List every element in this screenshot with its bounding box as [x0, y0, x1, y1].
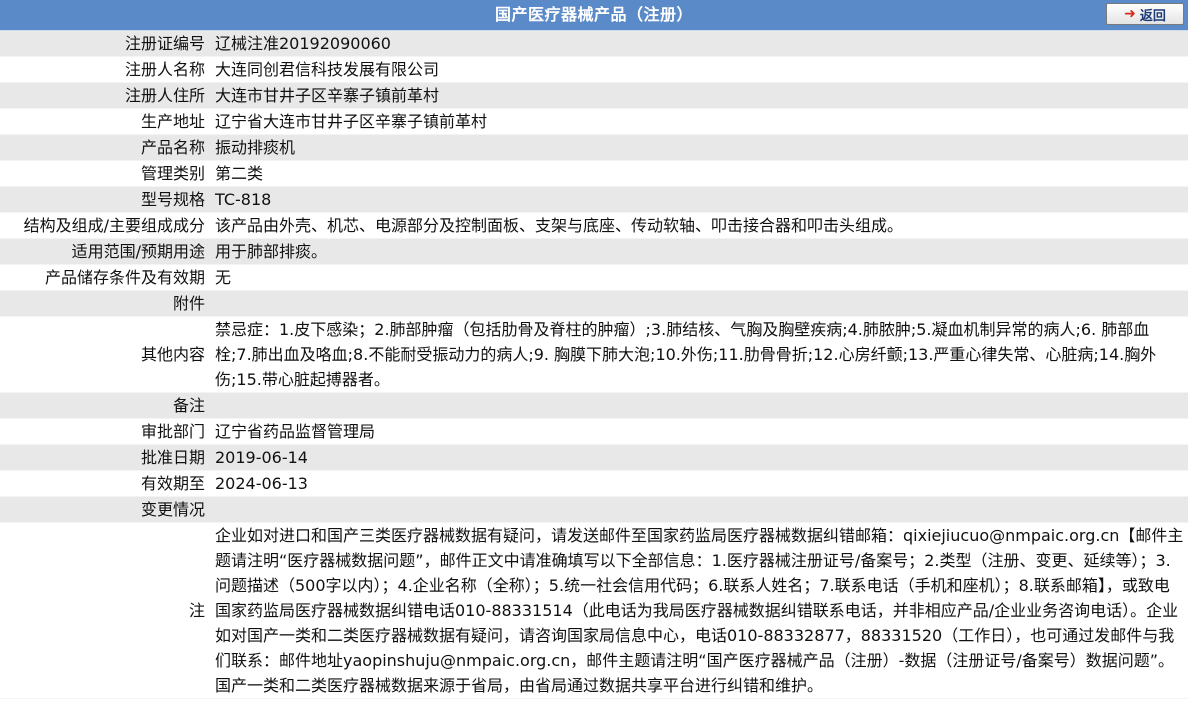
table-row: 产品储存条件及有效期 无 [0, 264, 1188, 291]
field-label: 产品储存条件及有效期 [0, 264, 209, 291]
table-row: 其他内容 禁忌症：1.皮下感染；2.肺部肿瘤（包括肋骨及脊柱的肿瘤）;3.肺结核… [0, 316, 1188, 393]
field-label: 附件 [0, 290, 209, 317]
field-label: 注册人住所 [0, 82, 209, 109]
field-label: 适用范围/预期用途 [0, 238, 209, 265]
back-button[interactable]: ➜ 返回 [1106, 3, 1184, 25]
field-value: 辽械注准20192090060 [209, 31, 1188, 57]
registration-info-table: 注册证编号 辽械注准20192090060 注册人名称 大连同创君信科技发展有限… [0, 31, 1188, 699]
field-label: 注 [0, 522, 209, 699]
table-row: 适用范围/预期用途 用于肺部排痰。 [0, 238, 1188, 265]
header-bar: 国产医疗器械产品（注册） ➜ 返回 [0, 0, 1188, 31]
table-row: 产品名称 振动排痰机 [0, 134, 1188, 161]
field-value: 第二类 [209, 160, 1188, 187]
table-row: 型号规格 TC-818 [0, 186, 1188, 213]
field-label: 型号规格 [0, 186, 209, 213]
field-label: 注册证编号 [0, 31, 209, 57]
field-value: 禁忌症：1.皮下感染；2.肺部肿瘤（包括肋骨及脊柱的肿瘤）;3.肺结核、气胸及胸… [209, 316, 1188, 393]
field-value: 企业如对进口和国产三类医疗器械数据有疑问，请发送邮件至国家药监局医疗器械数据纠错… [209, 522, 1188, 699]
field-value: 用于肺部排痰。 [209, 238, 1188, 265]
table-row: 备注 [0, 392, 1188, 419]
page: 国产医疗器械产品（注册） ➜ 返回 注册证编号 辽械注准20192090060 … [0, 0, 1188, 705]
field-value: TC-818 [209, 186, 1188, 213]
table-row: 结构及组成/主要组成成分 该产品由外壳、机芯、电源部分及控制面板、支架与底座、传… [0, 212, 1188, 239]
field-value: 大连同创君信科技发展有限公司 [209, 56, 1188, 83]
field-label: 变更情况 [0, 496, 209, 523]
table-row: 变更情况 [0, 496, 1188, 523]
field-value: 无 [209, 264, 1188, 291]
field-value: 2024-06-13 [209, 470, 1188, 497]
field-label: 结构及组成/主要组成成分 [0, 212, 209, 239]
field-value: 2019-06-14 [209, 444, 1188, 471]
arrow-left-icon: ➜ [1124, 6, 1136, 22]
field-label: 审批部门 [0, 418, 209, 445]
field-label: 其他内容 [0, 316, 209, 393]
field-label: 批准日期 [0, 444, 209, 471]
field-value [209, 290, 1188, 317]
field-label: 有效期至 [0, 470, 209, 497]
field-label: 生产地址 [0, 108, 209, 135]
field-value: 辽宁省大连市甘井子区辛寨子镇前革村 [209, 108, 1188, 135]
page-title: 国产医疗器械产品（注册） [494, 5, 693, 24]
table-row: 注册人住所 大连市甘井子区辛寨子镇前革村 [0, 82, 1188, 109]
table-row: 注册人名称 大连同创君信科技发展有限公司 [0, 56, 1188, 83]
table-row: 管理类别 第二类 [0, 160, 1188, 187]
table-row: 有效期至 2024-06-13 [0, 470, 1188, 497]
field-value: 辽宁省药品监督管理局 [209, 418, 1188, 445]
field-label: 备注 [0, 392, 209, 419]
field-value: 该产品由外壳、机芯、电源部分及控制面板、支架与底座、传动软轴、叩击接合器和叩击头… [209, 212, 1188, 239]
field-value [209, 496, 1188, 523]
field-value [209, 392, 1188, 419]
table-row: 注 企业如对进口和国产三类医疗器械数据有疑问，请发送邮件至国家药监局医疗器械数据… [0, 522, 1188, 699]
field-label: 管理类别 [0, 160, 209, 187]
field-label: 产品名称 [0, 134, 209, 161]
table-row: 批准日期 2019-06-14 [0, 444, 1188, 471]
field-value: 振动排痰机 [209, 134, 1188, 161]
table-row: 注册证编号 辽械注准20192090060 [0, 31, 1188, 57]
table-row: 审批部门 辽宁省药品监督管理局 [0, 418, 1188, 445]
back-button-label: 返回 [1139, 8, 1166, 24]
table-row: 生产地址 辽宁省大连市甘井子区辛寨子镇前革村 [0, 108, 1188, 135]
field-value: 大连市甘井子区辛寨子镇前革村 [209, 82, 1188, 109]
table-row: 附件 [0, 290, 1188, 317]
field-label: 注册人名称 [0, 56, 209, 83]
